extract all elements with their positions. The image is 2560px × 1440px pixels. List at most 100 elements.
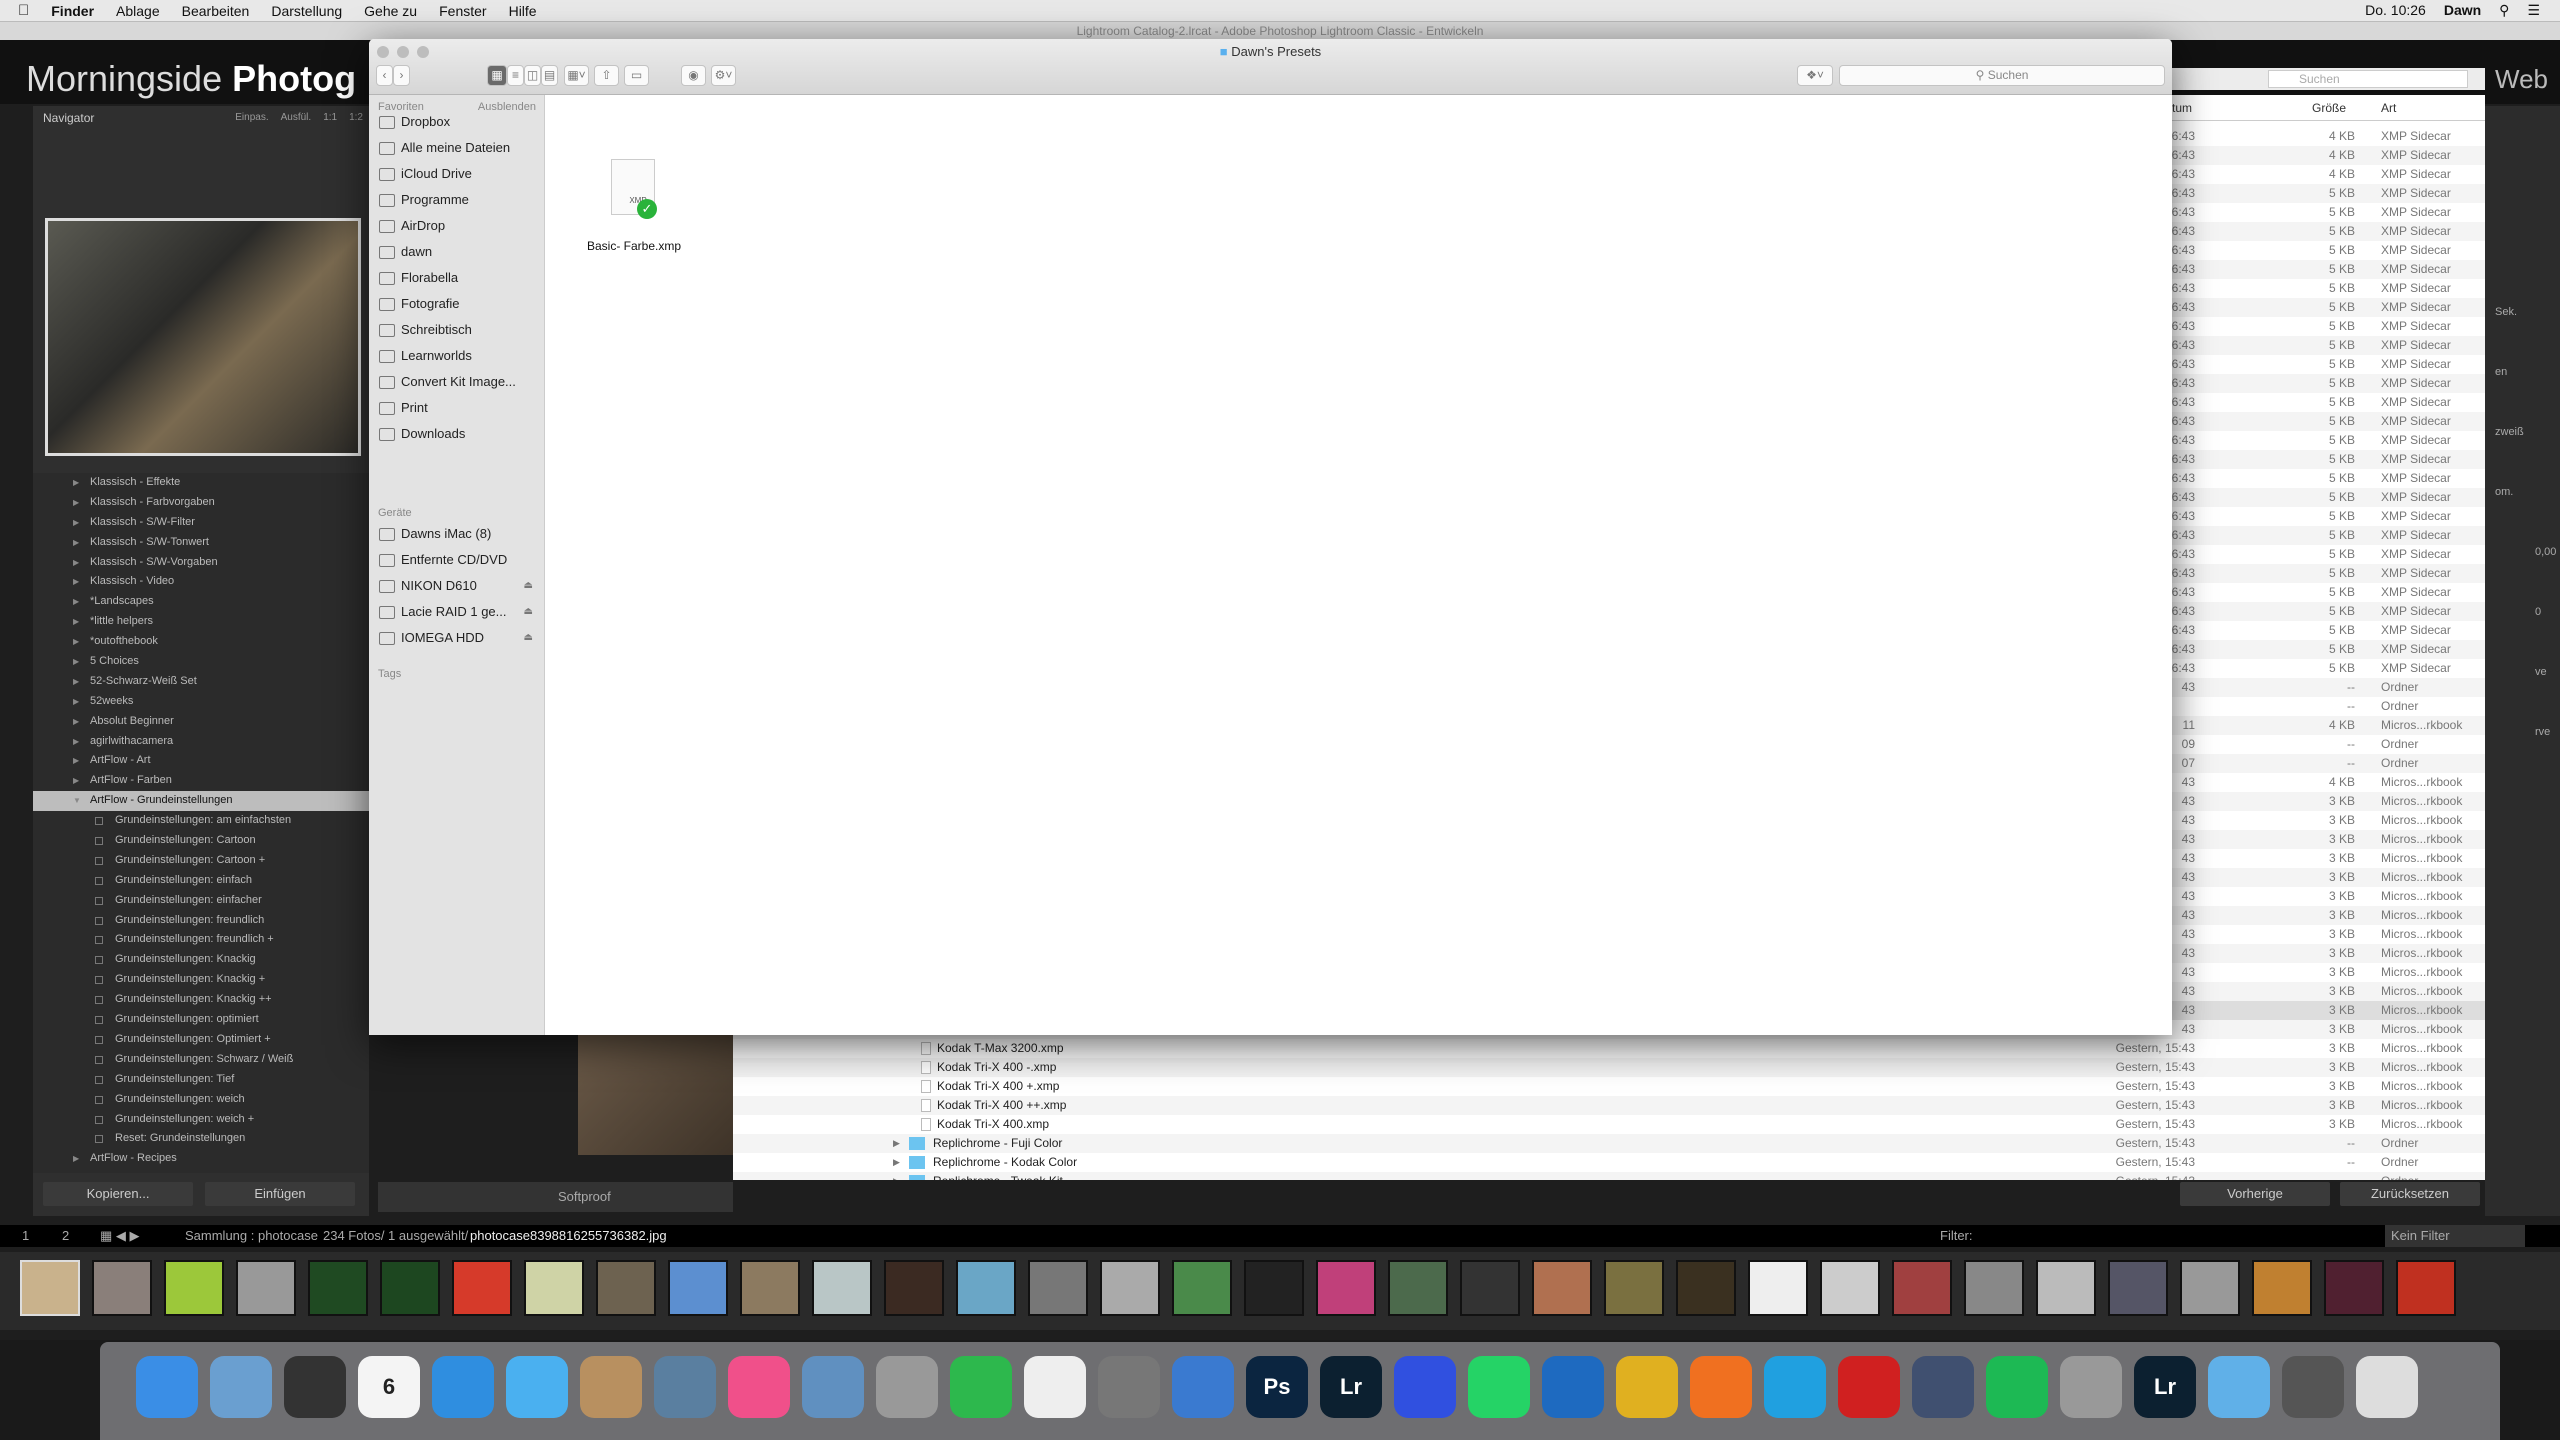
screen-tool-icon[interactable]	[2282, 1356, 2344, 1418]
filmstrip-thumbnail[interactable]	[2396, 1260, 2456, 1316]
photoshop-icon[interactable]: Ps	[1246, 1356, 1308, 1418]
sidebar-item[interactable]: Alle meine Dateien	[379, 137, 539, 159]
collapsed-triangle-icon[interactable]: ▶	[73, 771, 79, 791]
share-button[interactable]: ⇧	[594, 65, 619, 86]
evernote-icon[interactable]	[950, 1356, 1012, 1418]
column-view-button[interactable]: ◫	[524, 65, 541, 86]
filmstrip-thumbnail[interactable]	[812, 1260, 872, 1316]
filmstrip-thumbnail[interactable]	[452, 1260, 512, 1316]
arrange-dropdown[interactable]: ▦˅	[564, 65, 589, 86]
preset-item[interactable]: Grundeinstellungen: Knackig	[33, 950, 369, 970]
preset-item[interactable]: Grundeinstellungen: freundlich +	[33, 930, 369, 950]
messages-icon[interactable]	[506, 1356, 568, 1418]
collapsed-triangle-icon[interactable]: ▶	[73, 692, 79, 712]
sidebar-item[interactable]: Florabella	[379, 267, 539, 289]
preset-item[interactable]: Grundeinstellungen: einfacher	[33, 891, 369, 911]
menu-fenster[interactable]: Fenster	[439, 3, 486, 19]
column-date[interactable]: tum	[2172, 101, 2192, 115]
filmstrip-thumbnail[interactable]	[2252, 1260, 2312, 1316]
icon-view-button[interactable]: ▦	[487, 65, 507, 86]
menu-ablage[interactable]: Ablage	[116, 3, 160, 19]
table-row[interactable]: Kodak Tri-X 400 -.xmp Gestern, 15:43 3 KB M…	[733, 1058, 2485, 1077]
filmstrip-thumbnail[interactable]	[1964, 1260, 2024, 1316]
sidebar-item[interactable]: Convert Kit Image...	[379, 371, 539, 393]
filmstrip-thumbnail[interactable]	[668, 1260, 728, 1316]
apple-icon[interactable]: 	[18, 2, 29, 19]
current-filename[interactable]: photocase8398816255736382.jpg	[470, 1225, 667, 1247]
back-button[interactable]: ‹	[376, 65, 393, 86]
lightroom-icon[interactable]: Lr	[1320, 1356, 1382, 1418]
filmstrip-thumbnail[interactable]	[1532, 1260, 1592, 1316]
menu-bearbeiten[interactable]: Bearbeiten	[182, 3, 250, 19]
preset-item[interactable]: Grundeinstellungen: Cartoon +	[33, 851, 369, 871]
filmstrip-thumbnail[interactable]	[1892, 1260, 1952, 1316]
collapsed-triangle-icon[interactable]: ▶	[73, 493, 79, 513]
preset-item[interactable]: Grundeinstellungen: freundlich	[33, 911, 369, 931]
sidebar-device[interactable]: Dawns iMac (8)	[379, 523, 539, 545]
sidebar-device[interactable]: IOMEGA HDD ⏏	[379, 627, 539, 649]
preset-item[interactable]: ▶ ArtFlow - Farben	[33, 771, 369, 791]
cover-flow-button[interactable]: ▤	[541, 65, 558, 86]
sidebar-item[interactable]: Downloads	[379, 423, 539, 445]
copy-button[interactable]: Kopieren...	[43, 1182, 193, 1206]
menu-darstellung[interactable]: Darstellung	[271, 3, 342, 19]
filmstrip-thumbnail[interactable]	[1820, 1260, 1880, 1316]
preset-item[interactable]: Grundeinstellungen: Knackig ++	[33, 990, 369, 1010]
collapsed-triangle-icon[interactable]: ▶	[73, 632, 79, 652]
trash-icon[interactable]	[2356, 1356, 2418, 1418]
eject-icon[interactable]: ⏏	[524, 601, 533, 623]
sidebar-item[interactable]: dawn	[379, 241, 539, 263]
sidebar-item[interactable]: iCloud Drive	[379, 163, 539, 185]
spotify-icon[interactable]	[1986, 1356, 2048, 1418]
finder-icon[interactable]	[136, 1356, 198, 1418]
user-menu[interactable]: Dawn	[2444, 2, 2481, 19]
filmstrip-thumbnail[interactable]	[2036, 1260, 2096, 1316]
menu-app[interactable]: Finder	[51, 3, 94, 19]
preset-item[interactable]: ▶ Klassisch - S/W-Vorgaben	[33, 553, 369, 573]
sidebar-item[interactable]: Fotografie	[379, 293, 539, 315]
collapsed-triangle-icon[interactable]: ▶	[73, 513, 79, 533]
dashboard-icon[interactable]	[284, 1356, 346, 1418]
keynote-icon[interactable]	[1172, 1356, 1234, 1418]
collapsed-triangle-icon[interactable]: ▶	[73, 652, 79, 672]
preset-item[interactable]: ▶ ArtFlow - Recipes	[33, 1149, 369, 1169]
lightroom-classic-icon[interactable]: Lr	[2134, 1356, 2196, 1418]
expanded-triangle-icon[interactable]: ▼	[73, 791, 81, 811]
filmstrip-thumbnail[interactable]	[1676, 1260, 1736, 1316]
keychain-icon[interactable]	[2060, 1356, 2122, 1418]
sidebar-item[interactable]: Learnworlds	[379, 345, 539, 367]
preset-item[interactable]: ▶ *outofthebook	[33, 632, 369, 652]
preset-item[interactable]: ▶ ArtFlow - Art	[33, 751, 369, 771]
preset-item[interactable]: ▶ agirlwithacamera	[33, 732, 369, 752]
filmstrip-thumbnail[interactable]	[92, 1260, 152, 1316]
zoom-fill[interactable]: Ausfül.	[281, 106, 312, 130]
navigator-header[interactable]: Navigator Einpas. Ausfül. 1:1 1:2	[33, 106, 369, 130]
column-kind[interactable]: Art	[2381, 101, 2396, 115]
textedit-icon[interactable]	[1024, 1356, 1086, 1418]
firefox-icon[interactable]	[1690, 1356, 1752, 1418]
sidebar-item[interactable]: Dropbox	[379, 111, 539, 133]
preset-item[interactable]: Grundeinstellungen: Knackig +	[33, 970, 369, 990]
preset-item[interactable]: ▶ Klassisch - S/W-Filter	[33, 513, 369, 533]
filmstrip-thumbnail[interactable]	[1100, 1260, 1160, 1316]
eject-icon[interactable]: ⏏	[524, 575, 533, 597]
reset-button[interactable]: Zurücksetzen	[2340, 1182, 2480, 1206]
menu-gehe-zu[interactable]: Gehe zu	[364, 3, 417, 19]
previous-button[interactable]: Vorherige	[2180, 1182, 2330, 1206]
table-row[interactable]: ▶ Replichrome - Tweak Kit Gestern, 15:43 --…	[733, 1172, 2485, 1180]
table-row[interactable]: Kodak Tri-X 400 ++.xmp Gestern, 15:43 3 KB…	[733, 1096, 2485, 1115]
calendar-icon[interactable]: 6	[358, 1356, 420, 1418]
filmstrip-thumbnail[interactable]	[164, 1260, 224, 1316]
background-search-input[interactable]: Suchen	[2268, 70, 2468, 88]
module-web[interactable]: Web	[2495, 64, 2548, 95]
preset-item[interactable]: ▶ Klassisch - Farbvorgaben	[33, 493, 369, 513]
table-row[interactable]: ▶ Replichrome - Kodak Color Gestern, 15:43…	[733, 1153, 2485, 1172]
page-1-button[interactable]: 1	[22, 1225, 29, 1247]
zoom-1-1[interactable]: 1:1	[323, 106, 337, 130]
filmstrip-thumbnail[interactable]	[308, 1260, 368, 1316]
sidebar-item[interactable]: Schreibtisch	[379, 319, 539, 341]
applications-folder-icon[interactable]	[2208, 1356, 2270, 1418]
table-row[interactable]: Kodak T-Max 3200.xmp Gestern, 15:43 3 KB Mi…	[733, 1039, 2485, 1058]
sidebar-item[interactable]: Print	[379, 397, 539, 419]
preset-item[interactable]: ▶ Absolut Beginner	[33, 712, 369, 732]
